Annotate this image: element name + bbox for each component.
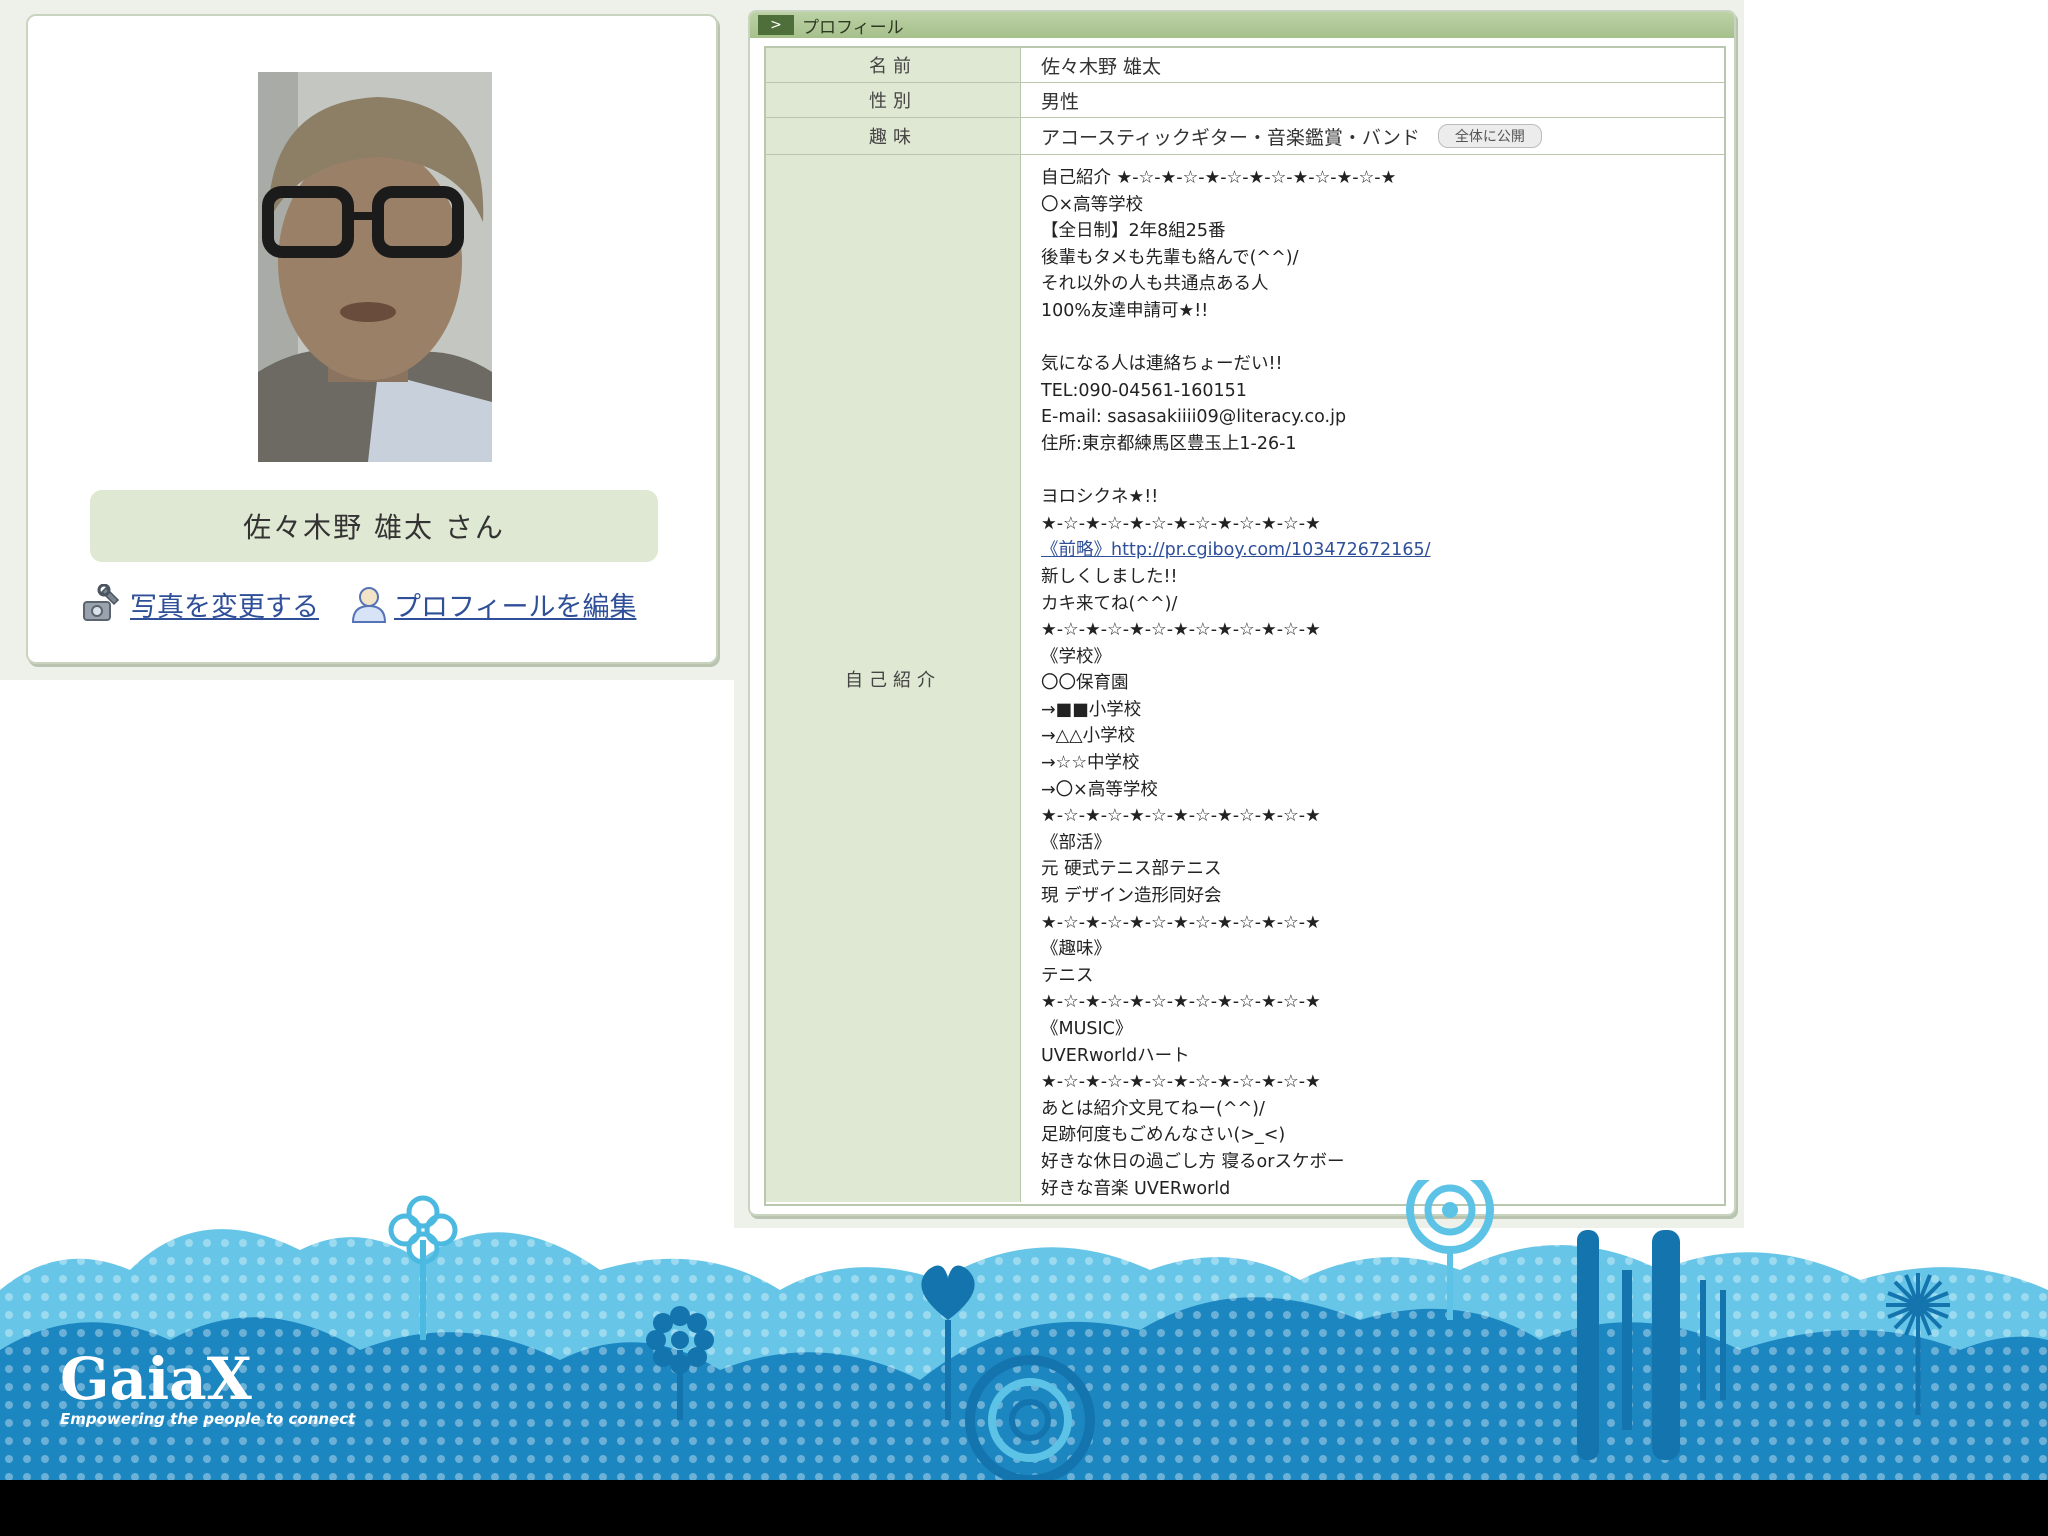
intro-line: それ以外の人も共通点ある人 [1041,274,1269,295]
intro-line: ヨロシクネ★!! [1041,487,1159,508]
arrow-right-icon: > [758,15,794,35]
intro-line [1041,458,1430,485]
profile-table-frame: > プロフィール 名前 佐々木野 雄太 性別 男性 趣味 アコースティックギター… [748,10,1736,1216]
intro-line: 《趣味》 [1041,939,1111,960]
intro-line: ★-☆-★-☆-★-☆-★-☆-★-☆-★-☆-★ [1041,1072,1321,1093]
intro-line: →☆☆中学校 [1041,753,1140,774]
hobby-label: 趣味 [766,118,1021,154]
intro-line: 住所:東京都練馬区豊玉上1-26-1 [1041,433,1297,454]
intro-line: ★-☆-★-☆-★-☆-★-☆-★-☆-★-☆-★ [1041,806,1321,827]
intro-line: ★-☆-★-☆-★-☆-★-☆-★-☆-★-☆-★ [1041,620,1321,641]
intro-line: TEL:090-04561-160151 [1041,380,1247,401]
person-icon [351,587,387,623]
profile-table-header: > プロフィール [750,12,1734,38]
hobby-value-cell: アコースティックギター・音楽鑑賞・バンド 全体に公開 [1021,118,1724,154]
wrench-photo-icon [83,584,120,621]
profile-table-panel: > プロフィール 名前 佐々木野 雄太 性別 男性 趣味 アコースティックギター… [734,0,1744,1228]
display-name: 佐々木野 雄太 さん [243,511,505,544]
intro-line: カキ来てね(^^)/ [1041,593,1178,614]
intro-line[interactable]: 《前略》http://pr.cgiboy.com/103472672165/ [1041,537,1430,564]
intro-line: 新しくしました!! [1041,566,1178,587]
change-photo-label[interactable]: 写真を変更する [130,585,319,624]
profile-header-title: プロフィール [802,17,904,38]
intro-line: 《部活》 [1041,832,1111,853]
intro-line: 現 デザイン造形同好会 [1041,886,1222,907]
gender-label: 性別 [766,83,1021,117]
logo-tagline: Empowering the people to connect [60,1410,356,1428]
change-photo-link[interactable]: 写真を変更する [80,584,319,624]
intro-line: UVERworldハート [1041,1045,1190,1066]
table-row-intro: 自己紹介 自己紹介 ★-☆-★-☆-★-☆-★-☆-★-☆-★-☆-★ 〇×高等学… [766,155,1724,1202]
intro-line: 後輩もタメも先輩も絡んで(^^)/ [1041,247,1299,268]
intro-value-cell: 自己紹介 ★-☆-★-☆-★-☆-★-☆-★-☆-★-☆-★ 〇×高等学校【全日制… [1021,155,1724,1202]
visibility-badge[interactable]: 全体に公開 [1437,124,1542,148]
intro-line: 〇〇保育園 [1041,673,1129,694]
edit-profile-link[interactable]: プロフィールを編集 [350,584,636,624]
bottom-letterbox [0,1480,2048,1536]
intro-line: →■■小学校 [1041,699,1142,720]
logo-name: GaiaX [60,1345,252,1413]
profile-card-panel: 佐々木野 雄太 さん 写真を変更する プロフィールを編集 [0,0,734,680]
table-row-gender: 性別 男性 [766,83,1724,118]
profile-photo-image [258,72,492,462]
intro-line: E-mail: sasasakiiii09@literacy.co.jp [1041,407,1347,428]
intro-line: テニス [1041,965,1094,986]
profile-card: 佐々木野 雄太 さん 写真を変更する プロフィールを編集 [26,14,718,664]
gaiax-logo: GaiaX Empowering the people to connect [60,1350,355,1428]
edit-profile-label[interactable]: プロフィールを編集 [394,585,636,624]
intro-line: 《MUSIC》 [1041,1019,1133,1039]
intro-line: 足跡何度もごめんなさい(>_<) [1041,1125,1286,1146]
intro-line: 気になる人は連絡ちょーだい!! [1041,354,1283,375]
footer-illustration [0,1180,2048,1480]
table-row-name: 名前 佐々木野 雄太 [766,48,1724,83]
intro-line: あとは紹介文見てねー(^^)/ [1041,1098,1265,1119]
intro-line: ★-☆-★-☆-★-☆-★-☆-★-☆-★-☆-★ [1041,513,1321,534]
intro-line [1041,325,1430,352]
table-row-hobby: 趣味 アコースティックギター・音楽鑑賞・バンド 全体に公開 [766,118,1724,155]
gender-value: 男性 [1041,90,1080,113]
profile-table: 名前 佐々木野 雄太 性別 男性 趣味 アコースティックギター・音楽鑑賞・バンド… [764,46,1726,1206]
intro-line: 好きな休日の過ごし方 寝るorスケボー [1041,1151,1345,1172]
intro-line: →〇×高等学校 [1041,779,1158,800]
intro-line: 自己紹介 ★-☆-★-☆-★-☆-★-☆-★-☆-★-☆-★ [1041,168,1397,188]
intro-line: ★-☆-★-☆-★-☆-★-☆-★-☆-★-☆-★ [1041,912,1321,933]
intro-line: 〇×高等学校 [1041,194,1144,215]
profile-photo[interactable] [258,72,492,462]
name-value: 佐々木野 雄太 [1041,55,1162,78]
display-name-box: 佐々木野 雄太 さん [90,490,658,562]
name-label: 名前 [766,48,1021,82]
intro-line: 元 硬式テニス部テニス [1041,859,1222,880]
intro-label: 自己紹介 [766,155,1021,1202]
intro-line: ★-☆-★-☆-★-☆-★-☆-★-☆-★-☆-★ [1041,992,1321,1013]
intro-line: 《学校》 [1041,646,1111,667]
intro-line: 100%友達申請可★!! [1041,300,1209,321]
intro-text: 自己紹介 ★-☆-★-☆-★-☆-★-☆-★-☆-★-☆-★ 〇×高等学校【全日制… [1041,165,1430,1202]
hobby-value: アコースティックギター・音楽鑑賞・バンド [1041,126,1420,149]
intro-line: →△△小学校 [1041,726,1136,747]
intro-line: 【全日制】2年8組25番 [1041,221,1226,242]
